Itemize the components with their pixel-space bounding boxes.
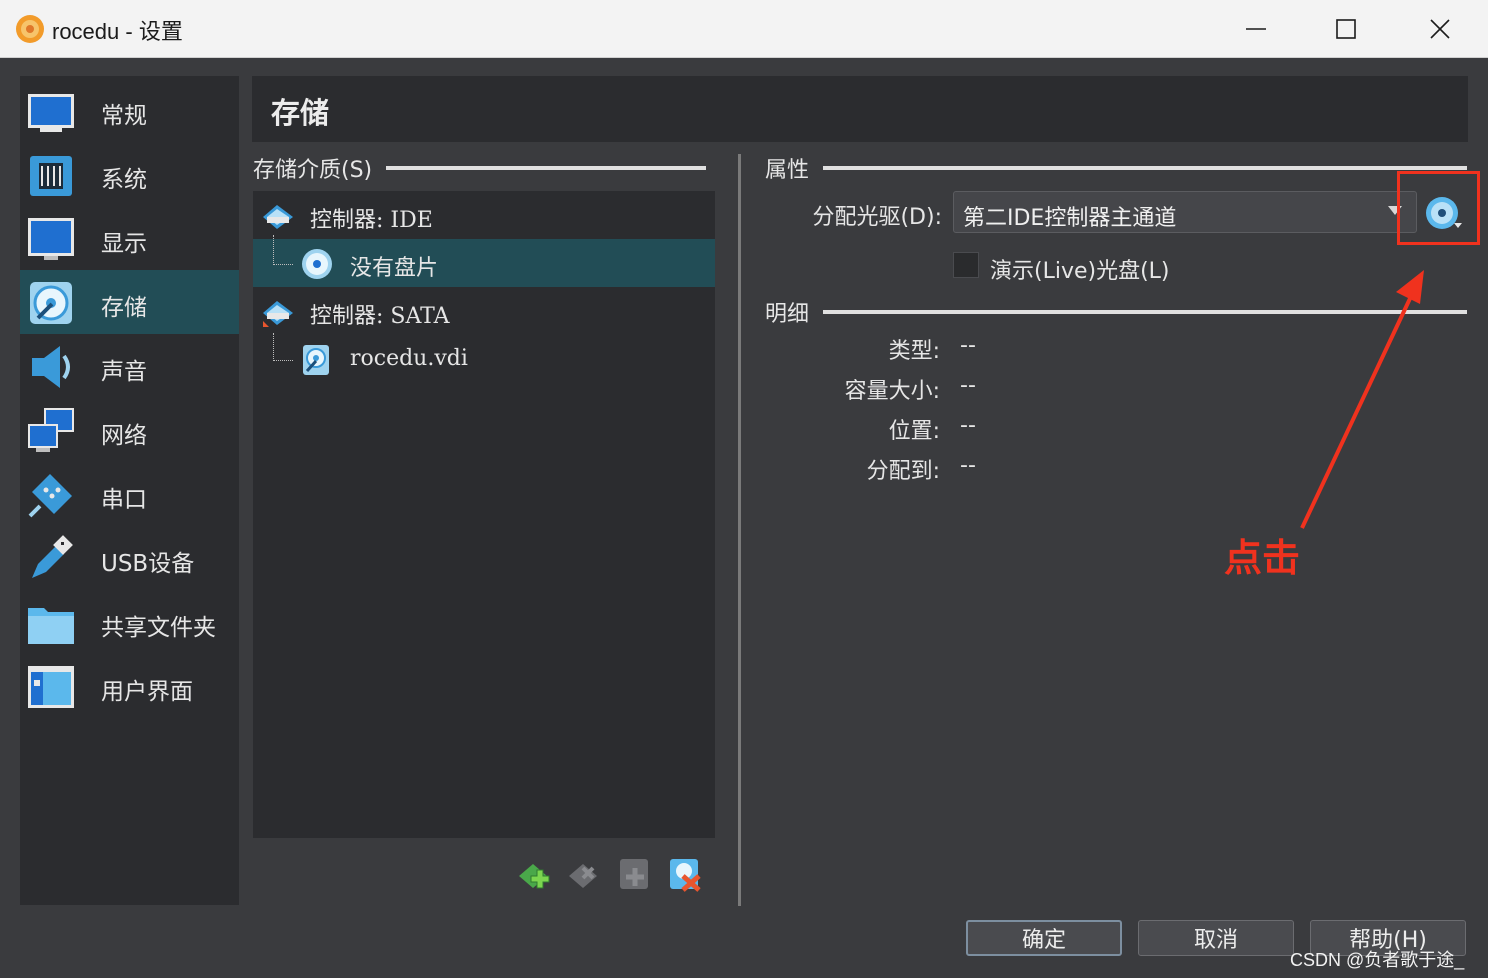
sidebar-item-label: 存储 (101, 295, 147, 321)
storage-disc-icon (30, 282, 72, 324)
sidebar-item-label: 用户界面 (101, 679, 193, 705)
live-cd-checkbox[interactable] (953, 252, 979, 278)
settings-sidebar: 常规 系统 显示 存储 声音 网络 串口 USB设备 共享文件夹 用户界面 (20, 76, 239, 905)
tree-item-label: 控制器: SATA (310, 304, 450, 329)
sidebar-item-label: USB设备 (101, 551, 195, 577)
detail-size-value: -- (960, 373, 976, 398)
tree-connector (273, 333, 293, 361)
close-button[interactable] (1394, 0, 1486, 58)
cancel-button[interactable]: 取消 (1138, 920, 1294, 956)
sidebar-item-label: 网络 (101, 423, 147, 449)
maximize-icon (1336, 19, 1356, 39)
group-divider (823, 166, 1468, 170)
speaker-icon (32, 346, 70, 388)
monitor-icon (28, 94, 74, 132)
sidebar-item-label: 常规 (101, 103, 147, 129)
folder-icon (28, 608, 74, 644)
display-icon (28, 218, 74, 260)
tree-item-empty-optical[interactable]: 没有盘片 (253, 239, 715, 287)
optical-drive-value: 第二IDE控制器主通道 (963, 206, 1177, 231)
tree-item-hard-disk[interactable]: rocedu.vdi (253, 335, 715, 383)
sidebar-item-label: 声音 (101, 359, 147, 385)
drive-label: 分配光驱(D): (812, 205, 942, 230)
sidebar-item-label: 共享文件夹 (101, 615, 216, 641)
minimize-icon (1246, 28, 1266, 30)
annotation-highlight-box (1397, 171, 1480, 245)
details-group-title: 明细 (765, 296, 1468, 328)
virtualbox-app-icon (16, 15, 44, 43)
controller-icon (263, 301, 293, 327)
window-title: rocedu - 设置 (52, 19, 183, 44)
page-title: 存储 (271, 96, 330, 130)
chip-icon (30, 156, 72, 196)
sidebar-item-label: 显示 (101, 231, 147, 257)
hard-disk-icon (303, 345, 329, 375)
attributes-group-title: 属性 (765, 152, 1468, 184)
tree-item-controller-ide[interactable]: 控制器: IDE (253, 191, 715, 239)
sidebar-item-shared-folders[interactable]: 共享文件夹 (20, 590, 239, 654)
detail-attached-value: -- (960, 453, 976, 478)
live-cd-label[interactable]: 演示(Live)光盘(L) (990, 253, 1170, 285)
detail-location-value: -- (960, 413, 976, 438)
add-controller-icon[interactable] (517, 856, 553, 892)
optical-disc-icon (302, 249, 332, 279)
sidebar-item-general[interactable]: 常规 (20, 78, 239, 142)
sidebar-item-label: 系统 (101, 167, 147, 193)
tree-connector (273, 235, 293, 265)
panel-divider (738, 154, 741, 906)
title-bar: rocedu - 设置 (0, 0, 1488, 58)
sidebar-item-user-interface[interactable]: 用户界面 (20, 654, 239, 718)
controller-icon (263, 205, 293, 229)
sidebar-item-serial[interactable]: 串口 (20, 462, 239, 526)
network-icon (28, 408, 74, 452)
tree-item-label: 没有盘片 (350, 256, 439, 281)
detail-type-label: 类型: (888, 339, 940, 364)
section-header: 存储 (252, 76, 1468, 142)
remove-attachment-icon[interactable] (667, 856, 703, 892)
tree-item-label: rocedu.vdi (350, 346, 468, 371)
tree-item-controller-sata[interactable]: 控制器: SATA (253, 287, 715, 335)
close-icon (1430, 19, 1450, 39)
sidebar-item-system[interactable]: 系统 (20, 142, 239, 206)
user-interface-icon (28, 666, 74, 708)
annotation-text: 点击 (1224, 536, 1301, 580)
sidebar-item-audio[interactable]: 声音 (20, 334, 239, 398)
tree-item-label: 控制器: IDE (310, 208, 433, 233)
storage-group-label: 存储介质(S) (253, 158, 373, 183)
serial-port-icon (28, 474, 72, 518)
detail-location-label: 位置: (888, 419, 940, 444)
optical-drive-select[interactable]: 第二IDE控制器主通道 (953, 191, 1417, 233)
sidebar-item-label: 串口 (101, 487, 147, 513)
add-attachment-icon[interactable] (617, 856, 653, 892)
sidebar-item-usb[interactable]: USB设备 (20, 526, 239, 590)
storage-tree[interactable]: 控制器: IDE 没有盘片 控制器: SATA rocedu.vdi (253, 191, 715, 838)
group-divider (386, 166, 707, 170)
ok-button[interactable]: 确定 (966, 920, 1122, 956)
sidebar-item-storage[interactable]: 存储 (20, 270, 239, 334)
watermark: CSDN @负者歌于途_ (1290, 950, 1465, 970)
group-divider (823, 310, 1468, 314)
sidebar-item-network[interactable]: 网络 (20, 398, 239, 462)
minimize-button[interactable] (1210, 0, 1302, 58)
storage-group-title: 存储介质(S) (253, 152, 707, 184)
detail-attached-label: 分配到: (866, 459, 940, 484)
remove-controller-icon[interactable] (567, 856, 603, 892)
maximize-button[interactable] (1300, 0, 1392, 58)
sidebar-item-display[interactable]: 显示 (20, 206, 239, 270)
detail-size-label: 容量大小: (844, 379, 940, 404)
attributes-group-label: 属性 (765, 158, 810, 183)
usb-icon (32, 535, 73, 578)
details-group-label: 明细 (765, 302, 810, 327)
detail-type-value: -- (960, 333, 976, 358)
